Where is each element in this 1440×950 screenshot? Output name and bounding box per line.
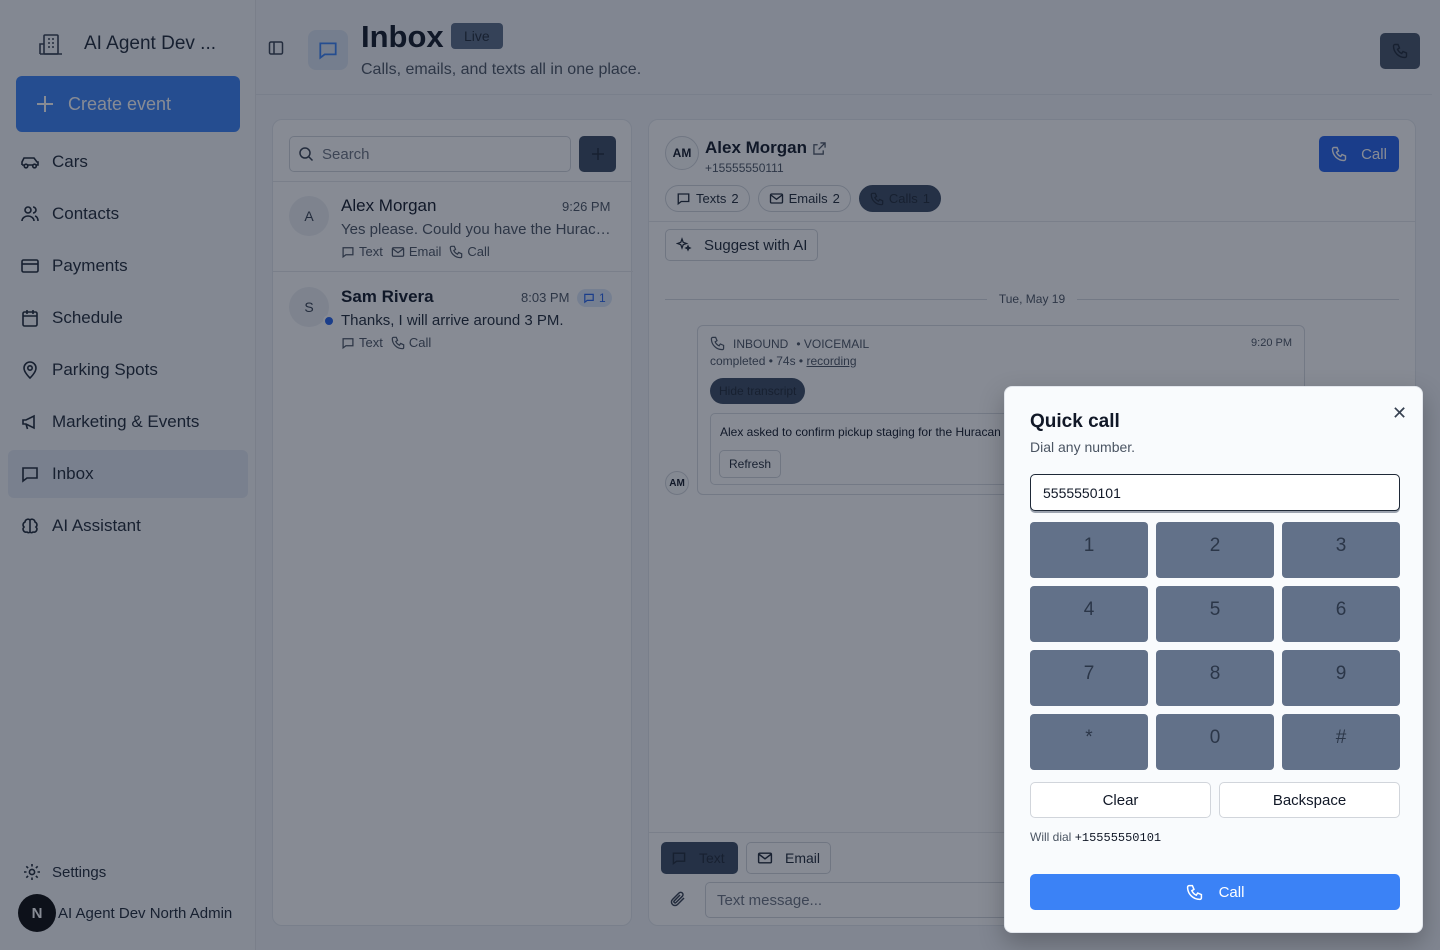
key-label: 1 xyxy=(1083,535,1095,556)
will-dial-text: Will dial +15555550101 xyxy=(1030,830,1161,845)
key-label: * xyxy=(1085,727,1093,748)
key-0[interactable]: 0 xyxy=(1156,714,1274,770)
key-5[interactable]: 5 xyxy=(1156,586,1274,642)
call-label: Call xyxy=(1218,883,1245,901)
key-6[interactable]: 6 xyxy=(1282,586,1400,642)
key-label: 3 xyxy=(1335,535,1347,556)
dialog-subtitle: Dial any number. xyxy=(1030,439,1136,455)
will-dial-prefix: Will dial xyxy=(1030,830,1072,844)
key-label: 8 xyxy=(1209,663,1221,684)
key-2[interactable]: 2 xyxy=(1156,522,1274,578)
dial-call-button[interactable]: Call xyxy=(1030,874,1400,910)
key-label: 0 xyxy=(1209,727,1221,748)
app-root: AI Agent Dev ... Create event Cars Conta… xyxy=(0,0,1440,950)
dial-keypad: 1 2 3 4 5 6 7 8 9 * 0 # xyxy=(1030,522,1400,770)
key-label: 6 xyxy=(1335,599,1347,620)
key-label: 7 xyxy=(1083,663,1095,684)
key-hash[interactable]: # xyxy=(1282,714,1400,770)
clear-button[interactable]: Clear xyxy=(1030,782,1211,818)
dialog-title: Quick call xyxy=(1030,411,1120,432)
key-label: 4 xyxy=(1083,599,1095,620)
key-label: 5 xyxy=(1209,599,1221,620)
key-label: 2 xyxy=(1209,535,1221,556)
key-7[interactable]: 7 xyxy=(1030,650,1148,706)
close-icon[interactable]: ✕ xyxy=(1392,404,1407,422)
key-label: 9 xyxy=(1335,663,1347,684)
key-8[interactable]: 8 xyxy=(1156,650,1274,706)
key-9[interactable]: 9 xyxy=(1282,650,1400,706)
will-dial-number: +15555550101 xyxy=(1074,831,1162,845)
phone-number-input[interactable] xyxy=(1030,474,1400,511)
quick-call-dialog: ✕ Quick call Dial any number. 1 2 3 4 5 … xyxy=(1004,386,1423,933)
backspace-button[interactable]: Backspace xyxy=(1219,782,1400,818)
key-1[interactable]: 1 xyxy=(1030,522,1148,578)
key-label: # xyxy=(1335,727,1347,748)
key-4[interactable]: 4 xyxy=(1030,586,1148,642)
phone-icon xyxy=(1186,884,1202,900)
key-star[interactable]: * xyxy=(1030,714,1148,770)
key-3[interactable]: 3 xyxy=(1282,522,1400,578)
